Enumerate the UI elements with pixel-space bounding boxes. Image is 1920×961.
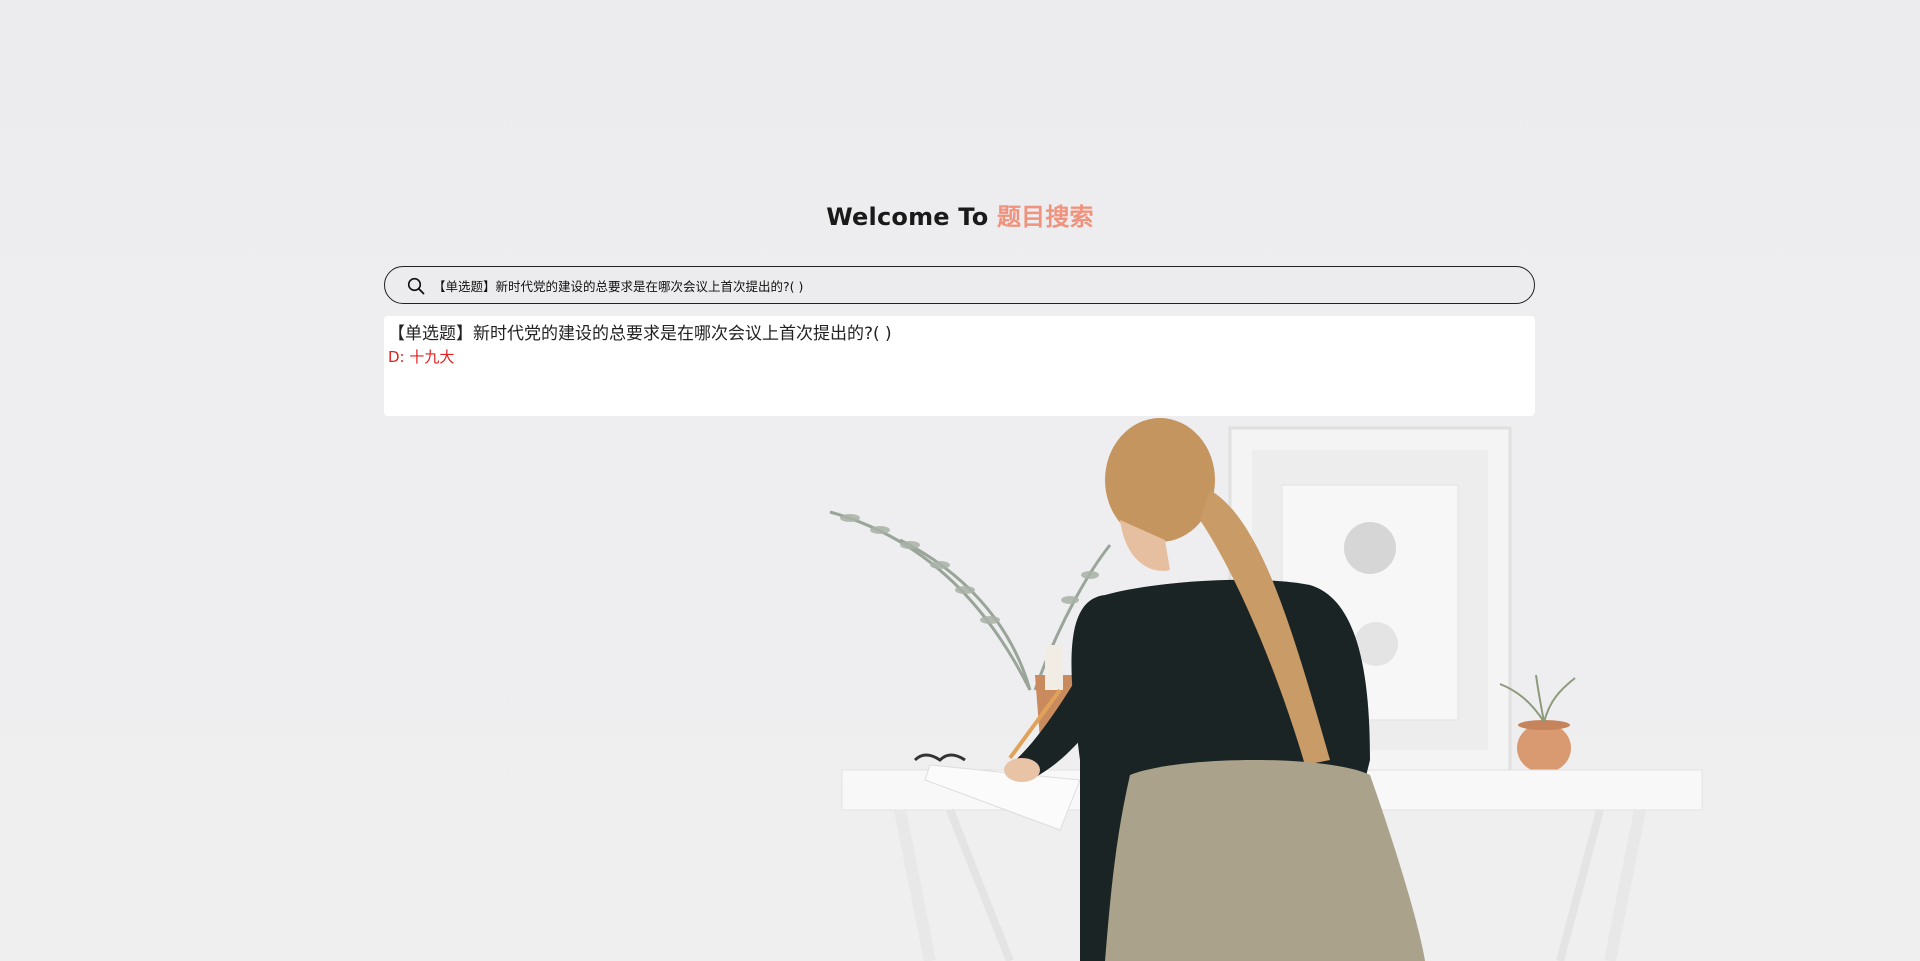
result-question[interactable]: 【单选题】新时代党的建设的总要求是在哪次会议上首次提出的?( ) xyxy=(388,322,1531,346)
search-input[interactable] xyxy=(429,267,1527,303)
search-bar[interactable] xyxy=(384,266,1535,304)
result-answer: D: 十九大 xyxy=(388,348,455,366)
page-title: Welcome To 题目搜索 xyxy=(0,197,1920,232)
search-result-panel: 【单选题】新时代党的建设的总要求是在哪次会议上首次提出的?( ) D: 十九大 xyxy=(384,316,1535,416)
welcome-text: Welcome To xyxy=(826,203,997,231)
brand-name: 题目搜索 xyxy=(996,203,1094,231)
background-photo xyxy=(829,418,1703,961)
search-icon[interactable] xyxy=(407,277,425,295)
